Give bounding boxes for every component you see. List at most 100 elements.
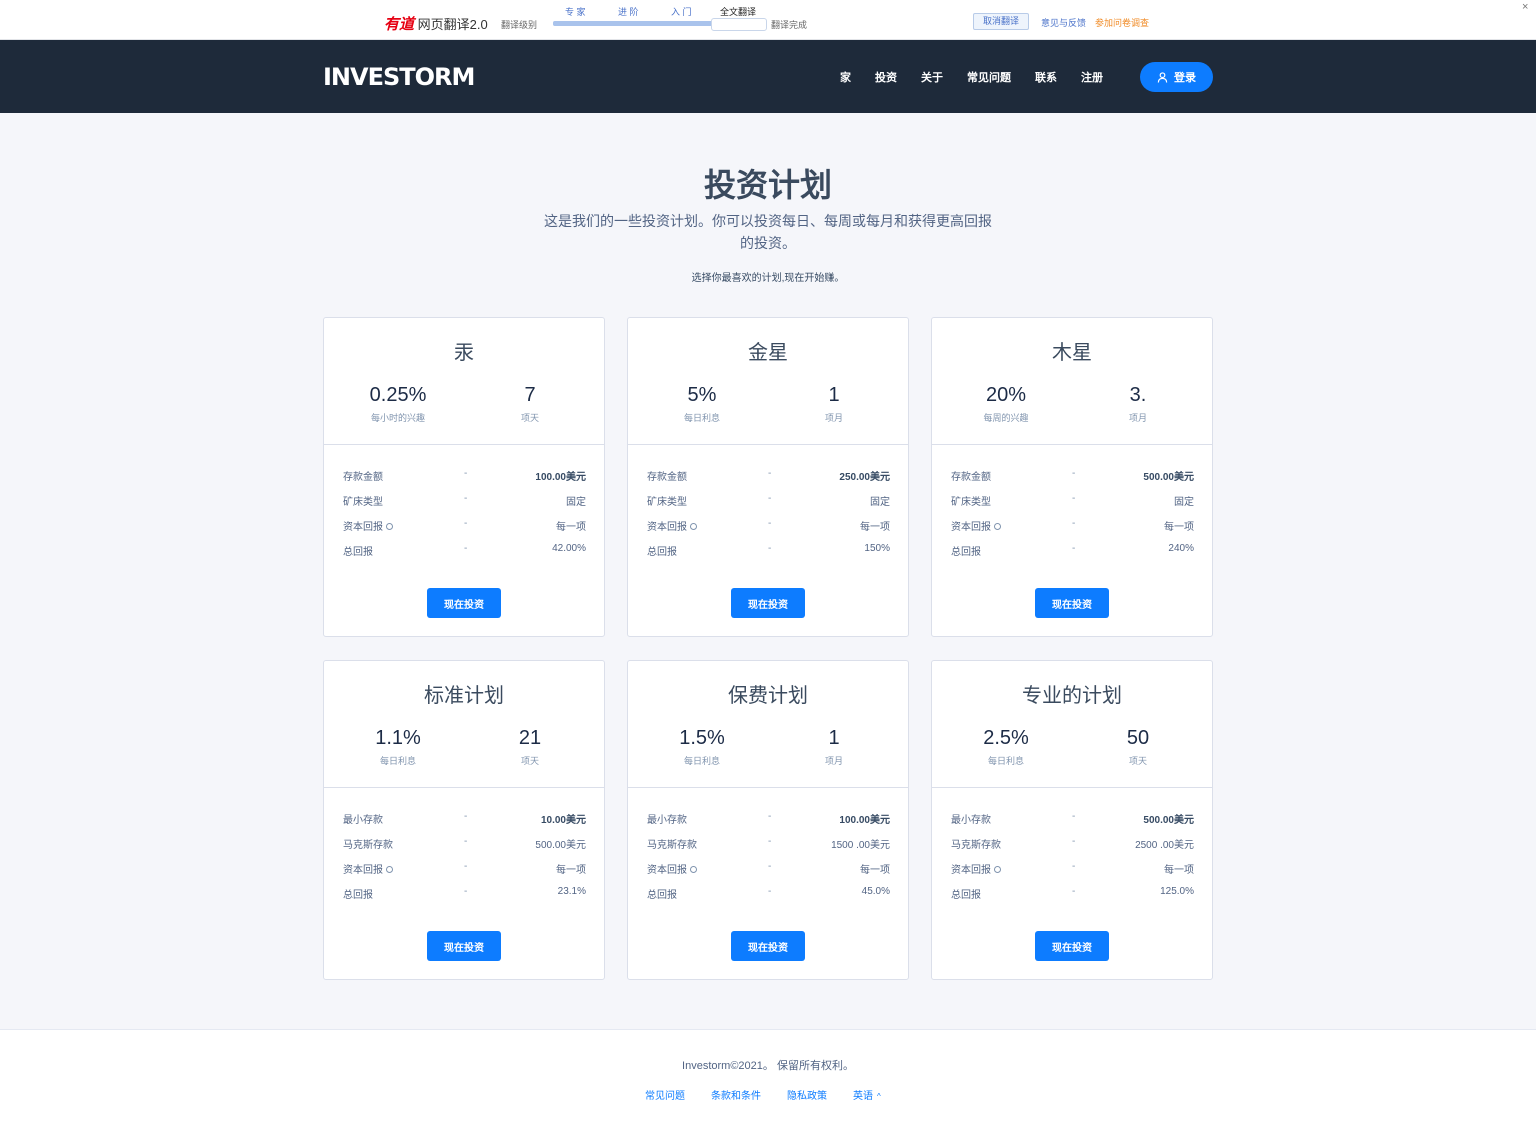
feedback-link[interactable]: 意见与反馈 bbox=[1041, 16, 1086, 29]
plan-card-jupiter: 木星 20% 每周的兴趣 3. 项月 存款金额 - 500.00美元 矿床类型 - 固定… bbox=[931, 317, 1213, 637]
plan-rate-value: 2.5% bbox=[983, 727, 1029, 749]
invest-now-button[interactable]: 现在投资 bbox=[731, 588, 805, 618]
detail-value: 固定 bbox=[1174, 497, 1194, 508]
detail-row: 总回报 - 150% bbox=[647, 543, 890, 568]
invest-now-button[interactable]: 现在投资 bbox=[1035, 588, 1109, 618]
detail-separator: - bbox=[768, 518, 772, 529]
login-label: 登录 bbox=[1174, 72, 1196, 84]
detail-row: 资本回报 - 每一项 bbox=[343, 518, 586, 543]
login-button[interactable]: 登录 bbox=[1140, 62, 1213, 92]
level-expert[interactable]: 专 家 bbox=[565, 5, 586, 18]
info-icon[interactable] bbox=[994, 866, 1001, 873]
detail-key: 马克斯存款 bbox=[951, 840, 1001, 851]
detail-key: 存款金额 bbox=[343, 472, 383, 483]
detail-key: 矿床类型 bbox=[647, 497, 687, 508]
detail-row: 存款金额 - 500.00美元 bbox=[951, 468, 1194, 493]
nav-about[interactable]: 关于 bbox=[921, 69, 943, 85]
plan-term-label: 项天 bbox=[520, 413, 539, 423]
invest-now-button[interactable]: 现在投资 bbox=[731, 931, 805, 961]
info-icon[interactable] bbox=[994, 523, 1001, 530]
invest-now-button[interactable]: 现在投资 bbox=[1035, 931, 1109, 961]
footer-link-terms[interactable]: 条款和条件 bbox=[711, 1087, 761, 1102]
detail-row: 矿床类型 - 固定 bbox=[343, 493, 586, 518]
survey-link[interactable]: 参加问卷调查 bbox=[1095, 16, 1149, 29]
detail-key-text: 资本回报 bbox=[647, 865, 687, 876]
plan-rate-value: 1.5% bbox=[679, 727, 725, 749]
detail-key: 最小存款 bbox=[343, 815, 383, 826]
detail-row: 马克斯存款 - 2500 .00美元 bbox=[951, 836, 1194, 861]
plan-term-value: 7 bbox=[524, 384, 536, 406]
detail-separator: - bbox=[1072, 468, 1076, 479]
detail-key-text: 资本回报 bbox=[343, 522, 383, 533]
plan-term-label: 项月 bbox=[824, 756, 843, 766]
close-icon[interactable]: × bbox=[1522, 1, 1528, 13]
detail-key: 资本回报 bbox=[343, 861, 393, 876]
detail-value: 500.00美元 bbox=[535, 840, 586, 851]
detail-value: 150% bbox=[864, 543, 890, 554]
page-title: 投资计划 bbox=[703, 167, 832, 203]
plan-rate-label: 每日利息 bbox=[683, 413, 720, 423]
invest-now-button[interactable]: 现在投资 bbox=[427, 588, 501, 618]
detail-key: 总回报 bbox=[343, 890, 373, 901]
site-logo[interactable]: INVESTORM bbox=[323, 63, 475, 91]
detail-value: 固定 bbox=[870, 497, 890, 508]
detail-separator: - bbox=[1072, 811, 1076, 822]
level-full[interactable]: 全文翻译 bbox=[720, 5, 756, 18]
detail-separator: - bbox=[768, 886, 772, 897]
plan-card-mercury: 汞 0.25% 每小时的兴趣 7 项天 存款金额 - 100.00美元 矿床类型 - 固… bbox=[323, 317, 605, 637]
plan-term-value: 50 bbox=[1126, 727, 1150, 749]
translation-toolbar: 有道 网页翻译2.0 翻译级别 专 家 进 阶 入 门 全文翻译 翻译完成 取消… bbox=[0, 0, 1536, 40]
detail-separator: - bbox=[1072, 836, 1076, 847]
detail-value: 10.00美元 bbox=[540, 815, 586, 826]
plan-term-label: 项月 bbox=[824, 413, 843, 423]
plan-details: 存款金额 - 250.00美元 矿床类型 - 固定 资本回报 - 每一项 总回报 - 150% bbox=[647, 468, 890, 568]
detail-key: 资本回报 bbox=[343, 518, 393, 533]
detail-row: 最小存款 - 10.00美元 bbox=[343, 811, 586, 836]
detail-row: 资本回报 - 每一项 bbox=[951, 861, 1194, 886]
detail-row: 资本回报 - 每一项 bbox=[647, 861, 890, 886]
detail-key: 资本回报 bbox=[951, 861, 1001, 876]
translation-level-label: 翻译级别 bbox=[501, 20, 538, 30]
detail-value: 每一项 bbox=[556, 865, 586, 876]
detail-key: 矿床类型 bbox=[951, 497, 991, 508]
nav-contact[interactable]: 联系 bbox=[1035, 69, 1057, 85]
info-icon[interactable] bbox=[386, 523, 393, 530]
detail-row: 总回报 - 42.00% bbox=[343, 543, 586, 568]
nav-home[interactable]: 家 bbox=[840, 69, 851, 85]
page-note: 选择你最喜欢的计划,现在开始赚。 bbox=[691, 273, 845, 284]
plan-term: 3. 项月 bbox=[1078, 384, 1198, 424]
plan-term-value: 1 bbox=[828, 727, 840, 749]
nav-invest[interactable]: 投资 bbox=[875, 69, 897, 85]
plan-card-venus: 金星 5% 每日利息 1 项月 存款金额 - 250.00美元 矿床类型 - 固定 资本… bbox=[627, 317, 909, 637]
info-icon[interactable] bbox=[386, 866, 393, 873]
site-footer: Investorm©2021。 保留所有权利。 常见问题 条款和条件 隐私政策 … bbox=[0, 1029, 1536, 1139]
translation-level-slider[interactable]: 专 家 进 阶 入 门 全文翻译 bbox=[553, 5, 768, 31]
plan-rate-value: 1.1% bbox=[375, 727, 421, 749]
detail-row: 马克斯存款 - 1500 .00美元 bbox=[647, 836, 890, 861]
detail-separator: - bbox=[464, 811, 468, 822]
nav-register[interactable]: 注册 bbox=[1081, 69, 1103, 85]
info-icon[interactable] bbox=[690, 523, 697, 530]
level-knob[interactable] bbox=[711, 18, 767, 31]
plan-name: 汞 bbox=[454, 342, 474, 364]
detail-value: 每一项 bbox=[556, 522, 586, 533]
detail-separator: - bbox=[464, 543, 468, 554]
detail-key: 总回报 bbox=[343, 547, 373, 558]
plan-card-header: 标准计划 1.1% 每日利息 21 项天 bbox=[324, 661, 604, 788]
plan-term: 21 项天 bbox=[470, 727, 590, 767]
cancel-translation-button[interactable]: 取消翻译 bbox=[973, 13, 1029, 30]
detail-key-text: 资本回报 bbox=[647, 522, 687, 533]
invest-now-button[interactable]: 现在投资 bbox=[427, 931, 501, 961]
language-select[interactable]: 英语 ^ bbox=[853, 1087, 881, 1102]
info-icon[interactable] bbox=[690, 866, 697, 873]
level-advanced[interactable]: 进 阶 bbox=[618, 5, 639, 18]
level-basic[interactable]: 入 门 bbox=[671, 5, 692, 18]
detail-key: 马克斯存款 bbox=[647, 840, 697, 851]
copyright: Investorm©2021。 保留所有权利。 bbox=[682, 1060, 854, 1072]
nav-faq[interactable]: 常见问题 bbox=[967, 69, 1011, 85]
footer-link-privacy[interactable]: 隐私政策 bbox=[787, 1087, 827, 1102]
detail-row: 总回报 - 125.0% bbox=[951, 886, 1194, 911]
footer-link-faq[interactable]: 常见问题 bbox=[645, 1087, 685, 1102]
detail-row: 矿床类型 - 固定 bbox=[951, 493, 1194, 518]
plan-rate: 2.5% 每日利息 bbox=[946, 727, 1066, 767]
